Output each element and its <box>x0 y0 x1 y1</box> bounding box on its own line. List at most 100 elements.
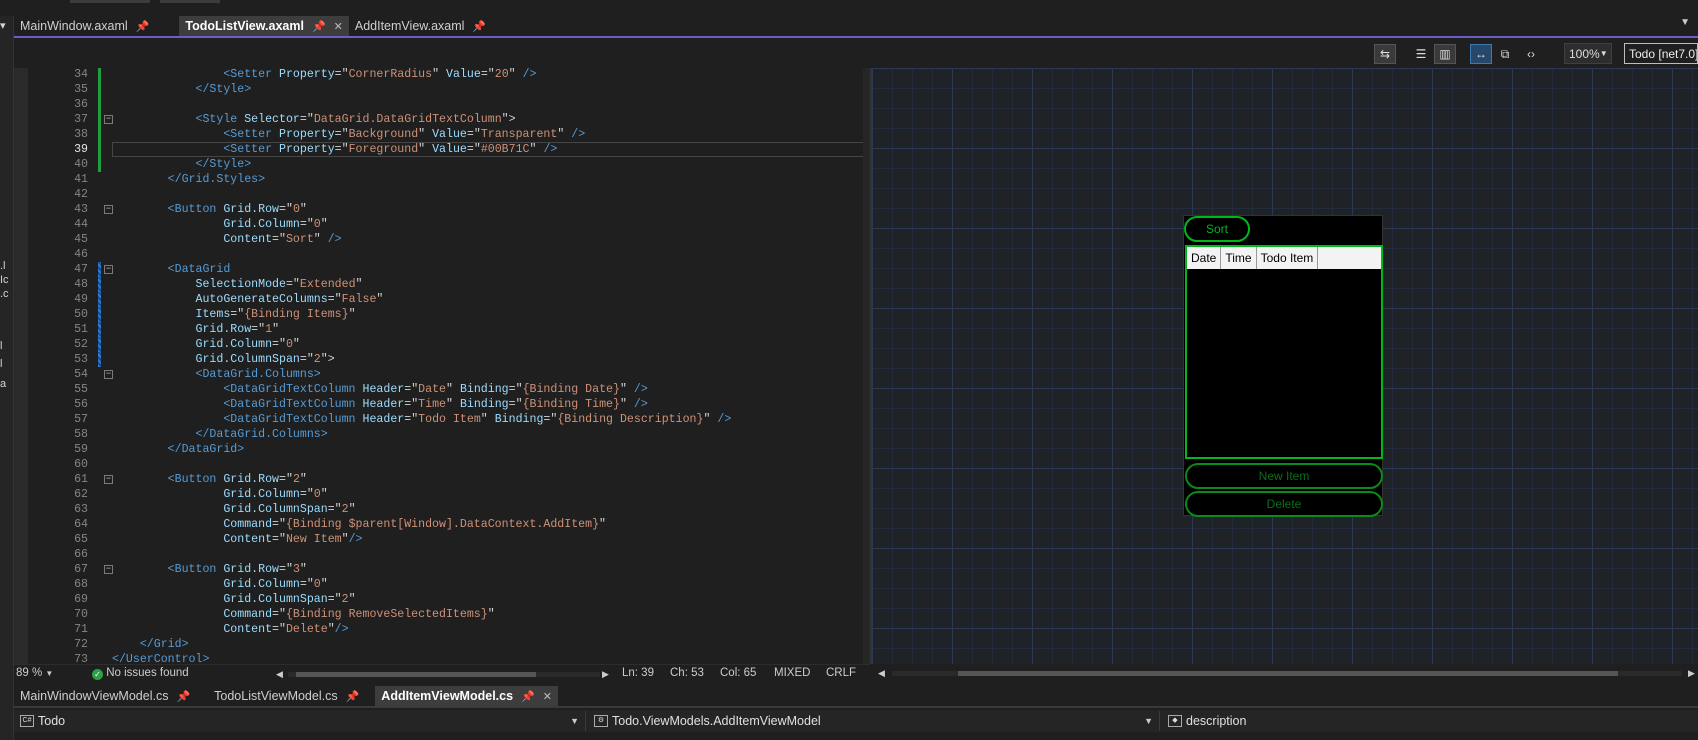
code-line[interactable]: 54− <DataGrid.Columns> <box>28 367 870 382</box>
code-line[interactable]: 48 SelectionMode="Extended" <box>28 277 870 292</box>
code-line[interactable]: 38 <Setter Property="Background" Value="… <box>28 127 870 142</box>
left-side-panel[interactable]: ▾ .l Ic .c l l a <box>0 16 14 740</box>
column-indicator[interactable]: Col: 65 <box>720 667 756 679</box>
horizontal-split-icon[interactable]: ☰ <box>1410 44 1432 64</box>
code-line[interactable]: 72 </Grid> <box>28 637 870 652</box>
code-line[interactable]: 34 <Setter Property="CornerRadius" Value… <box>28 68 870 82</box>
code-view-icon[interactable]: ‹› <box>1520 44 1542 64</box>
tab-additemview-axaml[interactable]: AddItemView.axaml 📌 <box>349 16 492 36</box>
scroll-left-icon[interactable]: ◀ <box>276 669 283 680</box>
code-text: <DataGrid <box>167 263 231 276</box>
code-line[interactable]: 39 <Setter Property="Foreground" Value="… <box>28 142 870 157</box>
issues-indicator[interactable]: ✓ No issues found <box>92 667 189 680</box>
code-line[interactable]: 71 Content="Delete"/> <box>28 622 870 637</box>
code-line[interactable]: 55 <DataGridTextColumn Header="Date" Bin… <box>28 382 870 397</box>
code-line[interactable]: 52 Grid.Column="0" <box>28 337 870 352</box>
code-text: <Setter Property="Background" Value="Tra… <box>223 128 586 141</box>
collapse-arrow-icon[interactable]: ▾ <box>0 19 6 32</box>
change-marker <box>98 142 101 157</box>
code-line[interactable]: 59 </DataGrid> <box>28 442 870 457</box>
preview-scroll-track[interactable] <box>892 669 1682 678</box>
pane-splitter[interactable] <box>863 68 870 664</box>
tab-mainwindow-axaml[interactable]: MainWindow.axaml 📌 <box>14 16 155 36</box>
pin-icon[interactable]: 📌 <box>346 690 360 703</box>
code-line[interactable]: 60 <box>28 457 870 472</box>
code-line[interactable]: 35 </Style> <box>28 82 870 97</box>
new-item-button[interactable]: New Item <box>1185 463 1383 489</box>
column-header-date[interactable]: Date <box>1187 247 1222 269</box>
char-indicator[interactable]: Ch: 53 <box>670 667 704 679</box>
target-framework-selector[interactable]: Todo [net7.0] <box>1624 43 1698 64</box>
swap-panes-icon[interactable]: ⇆ <box>1374 44 1396 64</box>
scroll-right-icon[interactable]: ▶ <box>602 669 609 680</box>
fit-width-icon[interactable]: ↔ <box>1470 44 1492 64</box>
data-grid[interactable]: Date Time Todo Item <box>1185 245 1383 459</box>
code-line[interactable]: 65 Content="New Item"/> <box>28 532 870 547</box>
tab-todolistviewmodel-cs[interactable]: TodoListViewModel.cs 📌 <box>208 686 365 706</box>
column-header-todo-item[interactable]: Todo Item <box>1257 247 1319 269</box>
member-dropdown[interactable]: ◆ description <box>1164 711 1694 731</box>
tabs-mode-indicator[interactable]: MIXED <box>774 667 810 679</box>
code-line[interactable]: 57 <DataGridTextColumn Header="Todo Item… <box>28 412 870 427</box>
code-line[interactable]: 40 </Style> <box>28 157 870 172</box>
tab-list-dropdown-icon[interactable]: ▼ <box>1680 17 1690 28</box>
code-line[interactable]: 41 </Grid.Styles> <box>28 172 870 187</box>
code-line[interactable]: 63 Grid.ColumnSpan="2" <box>28 502 870 517</box>
scroll-thumb[interactable] <box>296 672 536 677</box>
code-editor[interactable]: 34 <Setter Property="CornerRadius" Value… <box>14 68 870 664</box>
tab-mainwindowviewmodel-cs[interactable]: MainWindowViewModel.cs 📌 <box>14 686 196 706</box>
code-line[interactable]: 66 <box>28 547 870 562</box>
code-line[interactable]: 47− <DataGrid <box>28 262 870 277</box>
code-line[interactable]: 58 </DataGrid.Columns> <box>28 427 870 442</box>
editor-zoom[interactable]: 89 % ▼ <box>16 667 53 679</box>
line-ending-indicator[interactable]: CRLF <box>826 667 856 679</box>
type-dropdown[interactable]: ⚙ Todo.ViewModels.AddItemViewModel ▼ <box>590 711 1160 731</box>
editor-horizontal-scrollbar[interactable] <box>288 670 600 679</box>
code-line[interactable]: 44 Grid.Column="0" <box>28 217 870 232</box>
line-indicator[interactable]: Ln: 39 <box>622 667 654 679</box>
scroll-thumb[interactable] <box>958 671 1618 676</box>
code-line[interactable]: 53 Grid.ColumnSpan="2"> <box>28 352 870 367</box>
code-line[interactable]: 50 Items="{Binding Items}" <box>28 307 870 322</box>
line-number: 36 <box>74 98 88 111</box>
code-line[interactable]: 70 Command="{Binding RemoveSelectedItems… <box>28 607 870 622</box>
design-preview-canvas[interactable]: Sort Date Time Todo Item New Item Delete… <box>870 68 1698 683</box>
code-line[interactable]: 64 Command="{Binding $parent[Window].Dat… <box>28 517 870 532</box>
code-line[interactable]: 69 Grid.ColumnSpan="2" <box>28 592 870 607</box>
code-line[interactable]: 45 Content="Sort" /> <box>28 232 870 247</box>
code-line[interactable]: 46 <box>28 247 870 262</box>
tab-additemviewmodel-cs[interactable]: AddItemViewModel.cs 📌 ✕ <box>375 686 558 706</box>
change-marker <box>98 262 101 277</box>
resize-icon[interactable]: ⧉ <box>1494 44 1516 64</box>
delete-button[interactable]: Delete <box>1185 491 1383 517</box>
code-line[interactable]: 68 Grid.Column="0" <box>28 577 870 592</box>
zoom-dropdown[interactable]: 100% ▼ <box>1564 43 1612 64</box>
code-line[interactable]: 42 <box>28 187 870 202</box>
tab-todolistview-axaml[interactable]: TodoListView.axaml 📌 ✕ <box>179 16 349 36</box>
close-icon[interactable]: ✕ <box>334 20 343 33</box>
pin-icon[interactable]: 📌 <box>312 20 326 33</box>
pin-icon[interactable]: 📌 <box>521 690 535 703</box>
code-line[interactable]: 36 <box>28 97 870 112</box>
code-line[interactable]: 73 </UserControl> <box>28 652 870 664</box>
code-line[interactable]: 43− <Button Grid.Row="0" <box>28 202 870 217</box>
code-line[interactable]: 49 AutoGenerateColumns="False" <box>28 292 870 307</box>
pin-icon[interactable]: 📌 <box>176 690 190 703</box>
vertical-split-icon[interactable]: ▥ <box>1434 44 1456 64</box>
project-dropdown[interactable]: C# Todo ▼ <box>16 711 586 731</box>
close-icon[interactable]: ✕ <box>543 690 552 703</box>
scroll-left-icon[interactable]: ◀ <box>878 668 885 679</box>
scroll-right-icon[interactable]: ▶ <box>1688 668 1695 679</box>
code-line[interactable]: 51 Grid.Row="1" <box>28 322 870 337</box>
code-line[interactable]: 62 Grid.Column="0" <box>28 487 870 502</box>
code-line[interactable]: 56 <DataGridTextColumn Header="Time" Bin… <box>28 397 870 412</box>
pin-icon[interactable]: 📌 <box>472 20 486 33</box>
code-line[interactable]: 37− <Style Selector="DataGrid.DataGridTe… <box>28 112 870 127</box>
sort-button[interactable]: Sort <box>1184 216 1250 242</box>
column-header-time[interactable]: Time <box>1221 247 1257 269</box>
pin-icon[interactable]: 📌 <box>136 20 150 33</box>
code-line[interactable]: 67− <Button Grid.Row="3" <box>28 562 870 577</box>
code-line[interactable]: 61− <Button Grid.Row="2" <box>28 472 870 487</box>
change-marker <box>98 337 101 352</box>
preview-horizontal-scrollbar[interactable]: ◀ ▶ <box>872 664 1698 683</box>
